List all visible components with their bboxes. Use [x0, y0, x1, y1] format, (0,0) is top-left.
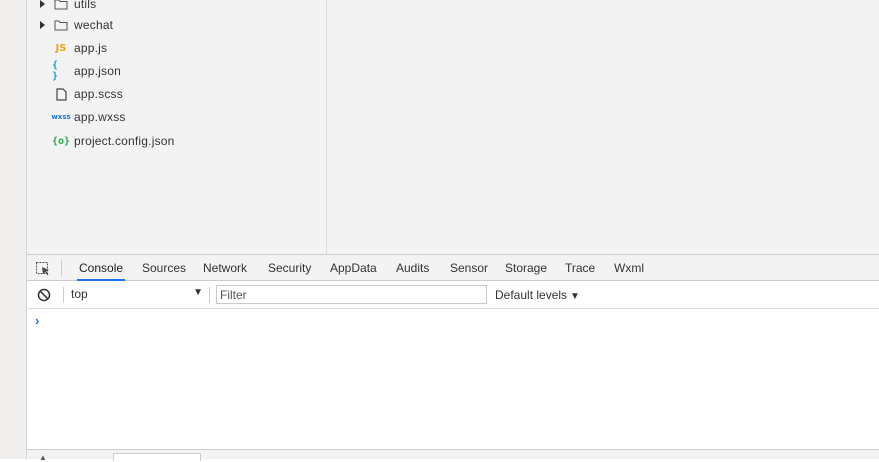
editor-area [327, 0, 879, 254]
inspect-element-icon[interactable] [35, 261, 51, 277]
tree-item-label: utils [74, 0, 97, 11]
tab-trace[interactable]: Trace [563, 255, 597, 281]
tree-item-app-json[interactable]: { } app.json [27, 60, 327, 82]
folder-icon [52, 18, 70, 32]
tab-audits[interactable]: Audits [394, 255, 431, 281]
filter-input[interactable] [216, 285, 487, 304]
tab-security[interactable]: Security [266, 255, 313, 281]
console-toolbar: top ▼ Default levels▼ [27, 281, 879, 309]
json-icon: { } [52, 60, 59, 82]
console-prompt-icon: › [35, 313, 40, 328]
tab-console[interactable]: Console [77, 255, 126, 281]
caret-up-icon[interactable]: ▲ [39, 453, 47, 462]
tab-network[interactable]: Network [201, 255, 249, 281]
tree-item-app-js[interactable]: JS app.js [27, 38, 327, 58]
config-json-icon: {o} [51, 135, 71, 147]
tree-item-project-config-json[interactable]: {o} project.config.json [27, 131, 327, 151]
divider [61, 260, 62, 276]
expand-arrow-icon[interactable] [39, 20, 47, 30]
tab-wxml[interactable]: Wxml [612, 255, 646, 281]
js-icon: JS [55, 42, 67, 54]
wxss-icon: wxss [51, 113, 71, 121]
devtools-tab-bar: Console Sources Network Security AppData… [27, 254, 879, 281]
tree-item-label: project.config.json [74, 134, 175, 148]
left-activity-strip [0, 0, 27, 459]
log-levels-label: Default levels [495, 288, 568, 302]
divider [209, 287, 210, 303]
tree-item-wechat[interactable]: wechat [27, 15, 327, 35]
console-output[interactable]: › [27, 309, 879, 449]
file-icon [52, 87, 70, 101]
tree-item-label: app.js [74, 41, 108, 55]
clear-console-icon[interactable] [37, 288, 51, 302]
tree-item-app-scss[interactable]: app.scss [27, 84, 327, 104]
tab-appdata[interactable]: AppData [328, 255, 379, 281]
file-tree: utils wechat JS app.js { } app.json app.… [27, 0, 327, 254]
bottom-drawer-bar: ▲ [27, 449, 879, 462]
folder-icon [52, 0, 70, 11]
tree-item-app-wxss[interactable]: wxss app.wxss [27, 107, 327, 127]
tree-item-utils[interactable]: utils [27, 0, 327, 14]
tree-item-label: wechat [74, 18, 114, 32]
chevron-down-icon: ▼ [193, 287, 203, 298]
chevron-down-icon: ▼ [570, 291, 580, 302]
context-select[interactable]: top ▼ [71, 287, 203, 303]
tab-sources[interactable]: Sources [140, 255, 188, 281]
log-levels-dropdown[interactable]: Default levels ▼ [495, 288, 580, 302]
divider [63, 287, 64, 303]
expand-arrow-icon[interactable] [39, 0, 47, 9]
tree-item-label: app.scss [74, 87, 123, 101]
drawer-tab[interactable] [113, 453, 201, 461]
tree-item-label: app.wxss [74, 110, 126, 124]
tab-sensor[interactable]: Sensor [448, 255, 490, 281]
tab-storage[interactable]: Storage [503, 255, 549, 281]
context-select-value: top [71, 287, 88, 301]
tree-item-label: app.json [74, 64, 121, 78]
